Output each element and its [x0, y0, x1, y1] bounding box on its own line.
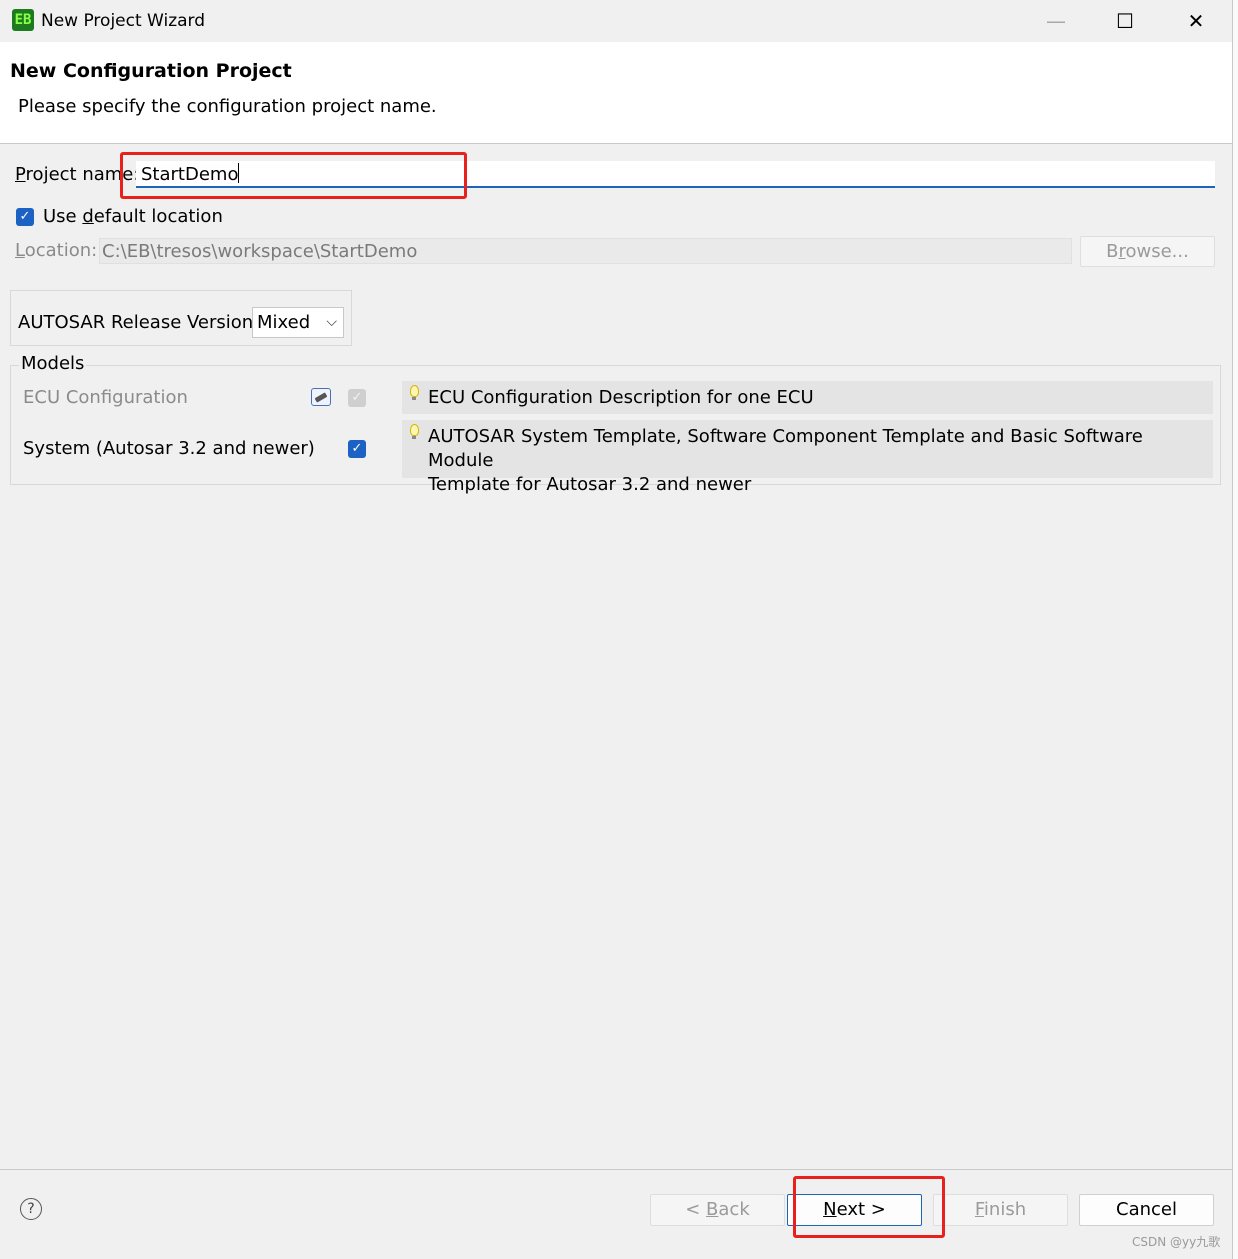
model-name-system: System (Autosar 3.2 and newer)	[23, 438, 315, 459]
wizard-header: New Configuration Project Please specify…	[0, 42, 1232, 144]
page-title: New Configuration Project	[10, 60, 292, 82]
location-field: C:\EB\tresos\workspace\StartDemo	[99, 238, 1072, 264]
highlight-box-project-name	[120, 152, 467, 199]
help-icon[interactable]: ?	[20, 1198, 42, 1220]
ecu-configuration-description: ECU Configuration Description for one EC…	[402, 381, 1213, 414]
back-button: < Back	[650, 1194, 785, 1226]
footer-divider	[0, 1169, 1232, 1170]
minimize-button[interactable]: —	[1021, 0, 1091, 42]
autosar-release-label: AUTOSAR Release Version:	[18, 312, 260, 333]
window-title: New Project Wizard	[41, 11, 206, 31]
browse-button: Browse...	[1080, 236, 1215, 267]
model-name-ecu-configuration: ECU Configuration	[23, 387, 188, 408]
cancel-button[interactable]: Cancel	[1079, 1194, 1214, 1226]
location-label: Location:	[15, 240, 98, 261]
lightbulb-icon	[410, 424, 419, 439]
close-button[interactable]: ✕	[1161, 0, 1231, 42]
system-checkbox[interactable]: ✓	[348, 440, 366, 458]
chevron-down-icon: ⌵	[326, 314, 337, 330]
ecu-configuration-checkbox: ✓	[348, 389, 366, 407]
watermark: CSDN @yy九歌	[1132, 1235, 1221, 1249]
finish-button: Finish	[933, 1194, 1068, 1226]
autosar-release-select[interactable]: Mixed ⌵	[252, 307, 344, 338]
title-bar: EB New Project Wizard — ☐ ✕	[0, 0, 1232, 42]
maximize-button[interactable]: ☐	[1090, 0, 1160, 42]
edit-icon[interactable]	[311, 388, 331, 406]
background-window-edge	[1232, 0, 1238, 1259]
use-default-location-checkbox[interactable]: ✓	[16, 208, 34, 226]
app-icon: EB	[12, 9, 34, 31]
highlight-box-next	[793, 1176, 945, 1238]
page-description: Please specify the configuration project…	[18, 96, 437, 117]
lightbulb-icon	[410, 385, 419, 400]
use-default-location-label[interactable]: Use default location	[43, 205, 223, 229]
models-group-label: Models	[19, 352, 87, 376]
autosar-release-value: Mixed	[257, 312, 311, 333]
system-description: AUTOSAR System Template, Software Compon…	[402, 420, 1213, 495]
